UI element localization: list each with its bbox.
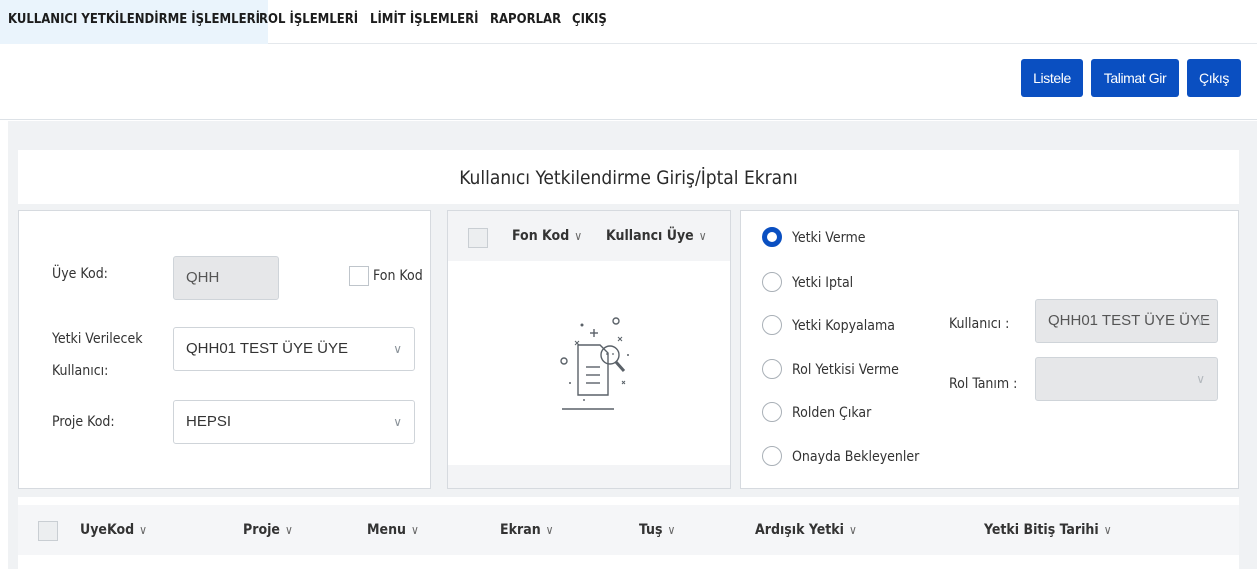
nav-item-reports[interactable]: RAPORLAR [482, 0, 569, 44]
chevron-down-icon: ∨ [667, 523, 676, 537]
radio-label-yetki-kopyalama: Yetki Kopyalama [792, 318, 895, 334]
radio-label-yetki-verme: Yetki Verme [792, 230, 866, 246]
yetki-kullanici-label-line2: Kullanıcı: [52, 363, 109, 379]
grid-column-header-ekran[interactable]: Ekran ∨ [500, 522, 554, 538]
nav-item-limit-operations[interactable]: LİMİT İŞLEMLERİ [362, 0, 487, 44]
nav-item-role-operations[interactable]: ROL İŞLEMLERİ [251, 0, 366, 44]
fon-table-select-all-checkbox[interactable] [468, 228, 488, 248]
exit-button[interactable]: Çıkış [1187, 59, 1241, 97]
chevron-down-icon: ∨ [1196, 314, 1205, 328]
grid-column-label: Tuş [639, 522, 663, 538]
uye-kod-label: Üye Kod: [52, 266, 108, 282]
uye-kod-field: QHH [173, 256, 279, 300]
radio-rol-yetkisi-verme[interactable] [762, 359, 782, 379]
radio-label-onayda-bekleyenler: Onayda Bekleyenler [792, 449, 920, 465]
chevron-down-icon: ∨ [574, 229, 583, 243]
fon-kod-column-header[interactable]: Fon Kod ∨ [512, 228, 582, 244]
rol-tanim-select: ∨ [1035, 357, 1218, 401]
grid-column-header-ardisik-yetki[interactable]: Ardışık Yetki ∨ [755, 522, 857, 538]
kullanici-label: Kullanıcı : [949, 316, 1010, 332]
nav-item-exit[interactable]: ÇIKIŞ [564, 0, 615, 44]
grid-column-label: UyeKod [80, 522, 135, 538]
uye-kod-value: QHH [186, 269, 220, 286]
options-panel: Yetki Verme Yetki Iptal Yetki Kopyalama … [740, 210, 1239, 489]
kullanici-value: QHH01 TEST ÜYE ÜYE [1048, 312, 1210, 329]
chevron-down-icon: ∨ [698, 229, 707, 243]
kullanici-select: QHH01 TEST ÜYE ÜYE ∨ [1035, 299, 1218, 343]
radio-rolden-cikar[interactable] [762, 402, 782, 422]
grid-column-label: Yetki Bitiş Tarihi [984, 522, 1099, 538]
fon-kod-checkbox[interactable] [349, 266, 369, 286]
radio-label-rol-yetkisi-verme: Rol Yetkisi Verme [792, 362, 899, 378]
chevron-down-icon: ∨ [1196, 372, 1205, 386]
grid-column-header-tus[interactable]: Tuş ∨ [639, 522, 675, 538]
results-grid: UyeKod ∨ Proje ∨ Menu ∨ Ekran ∨ Tuş ∨ Ardışık… [18, 497, 1239, 569]
yetki-kullanici-label-line1: Yetki Verilecek [52, 331, 143, 347]
rol-tanim-label: Rol Tanım : [949, 376, 1018, 392]
grid-column-header-uyekod[interactable]: UyeKod ∨ [80, 522, 147, 538]
proje-kod-label: Proje Kod: [52, 414, 115, 430]
nav-item-user-authorization[interactable]: KULLANICI YETKİLENDİRME İŞLEMLERİ [0, 0, 268, 44]
grid-column-label: Menu [367, 522, 407, 538]
enter-order-button[interactable]: Talimat Gir [1091, 59, 1179, 97]
grid-select-all-checkbox[interactable] [38, 521, 58, 541]
chevron-down-icon: ∨ [848, 523, 857, 537]
form-panel: Üye Kod: QHH Fon Kod Yetki Verilecek Kul… [18, 210, 431, 489]
fon-kod-label: Fon Kod [373, 268, 423, 284]
kullanici-uye-column-header[interactable]: Kullancı Üye ∨ [606, 228, 707, 244]
list-button[interactable]: Listele [1021, 59, 1083, 97]
chevron-down-icon: ∨ [393, 342, 402, 356]
fon-table-panel: Fon Kod ∨ Kullancı Üye ∨ [447, 210, 731, 489]
action-bar: Listele Talimat Gir Çıkış [0, 45, 1257, 120]
grid-column-header-menu[interactable]: Menu ∨ [367, 522, 419, 538]
radio-yetki-kopyalama[interactable] [762, 315, 782, 335]
empty-search-icon [560, 317, 629, 410]
chevron-down-icon: ∨ [545, 523, 554, 537]
yetki-kullanici-label: Yetki Verilecek Kullanıcı: [52, 328, 143, 382]
chevron-down-icon: ∨ [1103, 523, 1112, 537]
radio-onayda-bekleyenler[interactable] [762, 446, 782, 466]
fon-kod-column-label: Fon Kod [512, 228, 570, 244]
radio-label-yetki-iptal: Yetki Iptal [792, 275, 854, 291]
proje-kod-select[interactable]: HEPSI ∨ [173, 400, 415, 444]
proje-kod-value: HEPSI [186, 413, 232, 430]
yetki-kullanici-value: QHH01 TEST ÜYE ÜYE [186, 340, 348, 357]
grid-column-header-proje[interactable]: Proje ∨ [243, 522, 293, 538]
kullanici-uye-column-label: Kullancı Üye [606, 228, 694, 244]
radio-label-rolden-cikar: Rolden Çıkar [792, 405, 872, 421]
chevron-down-icon: ∨ [411, 523, 419, 537]
grid-column-label: Ekran [500, 522, 541, 538]
fon-table-footer [448, 465, 730, 488]
grid-column-label: Proje [243, 522, 280, 538]
chevron-down-icon: ∨ [284, 523, 293, 537]
radio-yetki-iptal[interactable] [762, 272, 782, 292]
page-title: Kullanıcı Yetkilendirme Giriş/İptal Ekra… [18, 150, 1239, 204]
grid-column-label: Ardışık Yetki [755, 522, 844, 538]
top-navigation: KULLANICI YETKİLENDİRME İŞLEMLERİ ROL İŞ… [0, 0, 1257, 44]
grid-column-header-yetki-bitis-tarihi[interactable]: Yetki Bitiş Tarihi ∨ [984, 522, 1112, 538]
chevron-down-icon: ∨ [139, 523, 148, 537]
chevron-down-icon: ∨ [393, 415, 402, 429]
radio-yetki-verme[interactable] [762, 227, 782, 247]
grid-header-row: UyeKod ∨ Proje ∨ Menu ∨ Ekran ∨ Tuş ∨ Ardışık… [18, 505, 1239, 555]
yetki-kullanici-select[interactable]: QHH01 TEST ÜYE ÜYE ∨ [173, 327, 415, 371]
